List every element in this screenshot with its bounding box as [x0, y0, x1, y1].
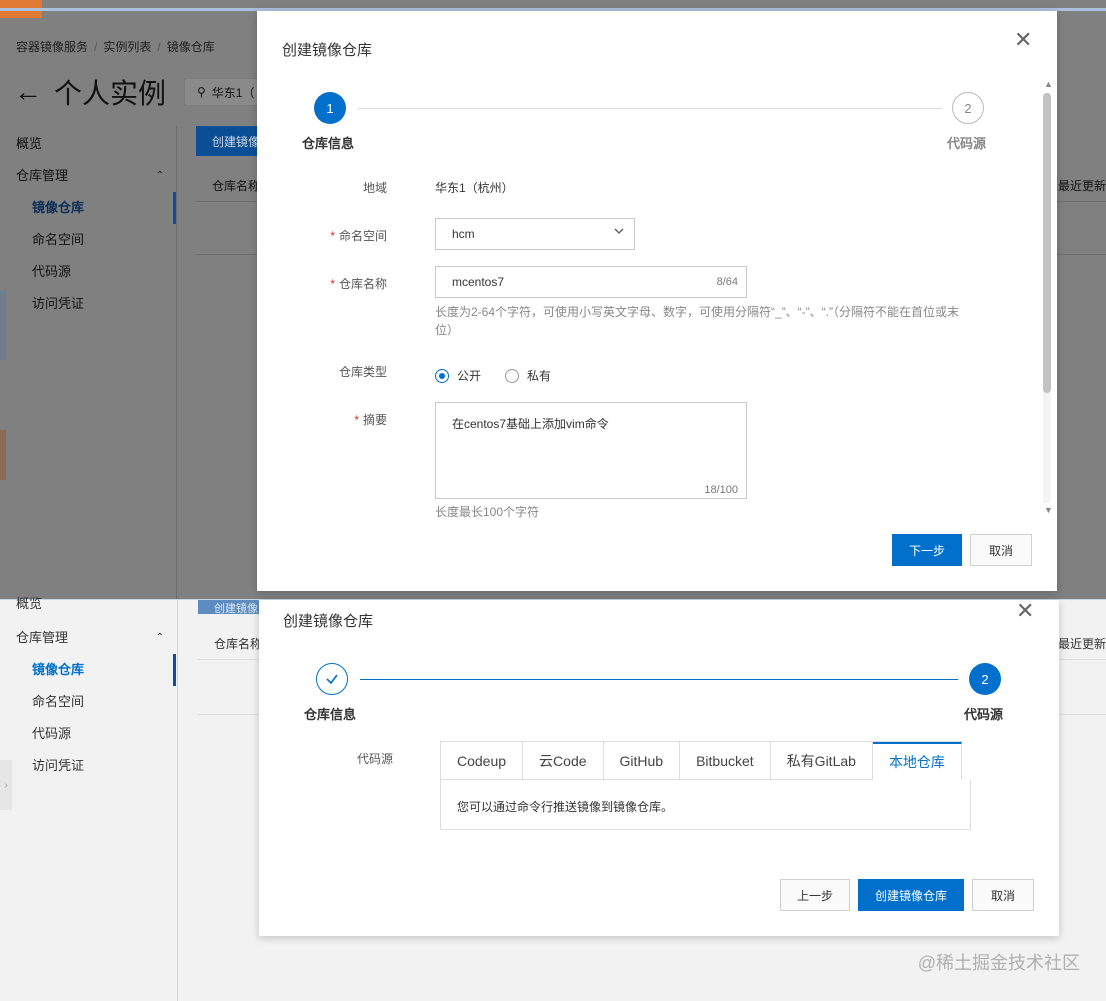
sidebar-group-label: 仓库管理: [16, 630, 69, 645]
scroll-up-icon[interactable]: ▲: [1044, 79, 1053, 89]
create-repo-modal-step2: 创建镜像仓库 ✕ 2 仓库信息 代码源 代码源 Codeup 云Code Git…: [259, 600, 1059, 936]
chevron-down-icon: [614, 228, 624, 234]
region-text: 华东1（: [211, 85, 255, 100]
col-repo-name: 仓库名称: [214, 637, 263, 651]
summary-counter: 18/100: [704, 484, 738, 496]
page-title-text: 个人实例: [54, 78, 167, 109]
col-last-update: 最近更新: [1057, 637, 1106, 651]
sidebar-item-image-repo[interactable]: 镜像仓库: [0, 654, 176, 686]
breadcrumb-item[interactable]: 实例列表: [103, 40, 151, 54]
sidebar-item-code-source[interactable]: 代码源: [0, 256, 176, 288]
repo-type-private-radio[interactable]: 私有: [505, 367, 551, 384]
repo-name-hint: 长度为2-64个字符，可使用小写英文字母、数字，可使用分隔符“_”、“-”、“.…: [435, 305, 960, 337]
step-2-label: 代码源: [947, 136, 987, 151]
step-1-label: 仓库信息: [302, 136, 355, 151]
sidebar-item-credentials[interactable]: 访问凭证: [0, 750, 176, 782]
sidebar-item-namespace[interactable]: 命名空间: [0, 224, 176, 256]
summary-textarea[interactable]: 在centos7基础上添加vim命令 18/100: [435, 402, 747, 499]
breadcrumb: 容器镜像服务 / 实例列表 / 镜像仓库: [16, 40, 215, 54]
step-2-circle: 2: [969, 663, 1001, 695]
breadcrumb-item[interactable]: 容器镜像服务: [16, 40, 88, 54]
repo-name-counter: 8/64: [716, 276, 738, 288]
location-pin-icon: ⚲: [197, 85, 206, 99]
col-repo-name: 仓库名称: [212, 179, 261, 193]
code-source-tabs: Codeup 云Code GitHub Bitbucket 私有GitLab 本…: [440, 741, 962, 780]
sidebar-item-overview[interactable]: 概览: [0, 128, 176, 160]
sidebar-item-code-source[interactable]: 代码源: [0, 718, 176, 750]
scrollbar-thumb[interactable]: [1043, 93, 1051, 393]
radio-label-public: 公开: [457, 369, 482, 383]
radio-unchecked-icon: [505, 368, 519, 383]
sidebar-divider: [177, 600, 178, 1001]
cancel-button[interactable]: 取消: [970, 534, 1032, 566]
tab-github[interactable]: GitHub: [603, 742, 681, 780]
scroll-down-icon[interactable]: ▼: [1044, 505, 1053, 515]
prev-button[interactable]: 上一步: [780, 879, 850, 911]
namespace-label: * 命名空间: [330, 229, 387, 243]
sidebar-item-overview[interactable]: 概览: [0, 588, 176, 620]
step-connector: [358, 108, 942, 109]
left-edge-strip: [0, 430, 6, 480]
radio-label-private: 私有: [527, 369, 552, 383]
chevron-up-icon: ⌃: [155, 170, 164, 181]
breadcrumb-item: 镜像仓库: [166, 40, 215, 54]
step-1-circle: 1: [314, 92, 346, 124]
tab-yuncode[interactable]: 云Code: [523, 742, 604, 780]
tab-bitbucket[interactable]: Bitbucket: [680, 742, 771, 780]
sidebar-group-repo-mgmt[interactable]: 仓库管理 ⌃: [0, 160, 176, 192]
repo-name-input[interactable]: mcentos7 8/64: [435, 266, 747, 298]
sidebar: 概览 仓库管理 ⌃ 镜像仓库 命名空间 代码源 访问凭证: [0, 596, 176, 782]
sidebar-divider: [176, 126, 177, 599]
sidebar-item-image-repo[interactable]: 镜像仓库: [0, 192, 176, 224]
next-button[interactable]: 下一步: [892, 534, 962, 566]
summary-value: 在centos7基础上添加vim命令: [452, 417, 609, 431]
sidebar-group-repo-mgmt[interactable]: 仓库管理 ⌃: [0, 622, 176, 654]
col-last-update: 最近更新: [1057, 179, 1106, 193]
region-value: 华东1（杭州）: [435, 181, 514, 195]
radio-checked-icon: [435, 368, 449, 383]
back-arrow-icon[interactable]: ←: [14, 76, 42, 108]
cancel-button[interactable]: 取消: [972, 879, 1034, 911]
modal-title: 创建镜像仓库: [282, 42, 373, 59]
chevron-up-icon: ⌃: [155, 632, 164, 643]
repo-type-label: 仓库类型: [338, 365, 387, 379]
step-connector: [360, 679, 958, 680]
modal-title: 创建镜像仓库: [283, 613, 374, 630]
summary-hint: 长度最长100个字符: [435, 505, 540, 519]
summary-label: * 摘要: [354, 413, 387, 427]
region-label: 地域: [362, 181, 387, 195]
repo-name-value: mcentos7: [452, 275, 505, 289]
repo-type-public-radio[interactable]: 公开: [435, 367, 481, 384]
sidebar: 概览 仓库管理 ⌃ 镜像仓库 命名空间 代码源 访问凭证: [0, 126, 176, 320]
create-repo-button-bg[interactable]: 创建镜像: [198, 600, 268, 614]
tab-private-gitlab[interactable]: 私有GitLab: [770, 742, 873, 780]
namespace-selected-value: hcm: [452, 227, 475, 241]
step-2-circle: 2: [952, 92, 984, 124]
watermark: @稀土掘金技术社区: [917, 953, 1080, 973]
step-1-done-circle: [316, 663, 348, 695]
create-repo-button[interactable]: 创建镜像仓库: [858, 879, 964, 911]
close-icon[interactable]: ✕: [1014, 29, 1032, 51]
code-source-label: 代码源: [356, 752, 393, 766]
collapse-handle-icon[interactable]: ›: [0, 760, 12, 810]
step-2-label: 代码源: [964, 707, 1004, 722]
sidebar-item-namespace[interactable]: 命名空间: [0, 686, 176, 718]
checkmark-icon: [326, 674, 338, 685]
tab-panel-text: 您可以通过命令行推送镜像到镜像仓库。: [457, 800, 674, 814]
step-1-label: 仓库信息: [304, 707, 357, 722]
tab-codeup[interactable]: Codeup: [441, 742, 524, 780]
create-repo-modal-step1: 创建镜像仓库 ✕ 1 2 仓库信息 代码源 地域 华东1（杭州） * 命名空间 h…: [257, 11, 1057, 591]
tab-local-repo[interactable]: 本地仓库: [872, 742, 962, 780]
namespace-select[interactable]: hcm: [435, 218, 635, 250]
sidebar-item-credentials[interactable]: 访问凭证: [0, 288, 176, 320]
sidebar-group-label: 仓库管理: [16, 168, 69, 183]
tab-panel-local: 您可以通过命令行推送镜像到镜像仓库。: [440, 780, 971, 830]
repo-name-label: * 仓库名称: [330, 277, 387, 291]
close-icon[interactable]: ✕: [1016, 600, 1034, 622]
page-title: ← 个人实例: [14, 72, 166, 112]
